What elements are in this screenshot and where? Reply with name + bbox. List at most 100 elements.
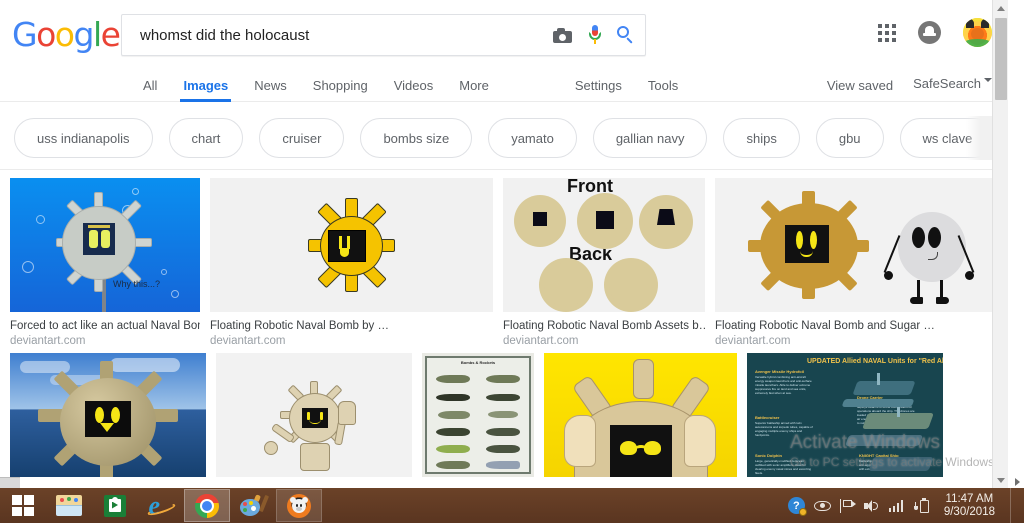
- chip-chart[interactable]: chart: [168, 118, 244, 158]
- signal-bars-icon[interactable]: [888, 499, 905, 512]
- google-logo[interactable]: Google: [12, 15, 121, 54]
- eye-icon[interactable]: [813, 500, 831, 511]
- chip-uss-indianapolis[interactable]: uss indianapolis: [14, 118, 153, 158]
- image-result-7[interactable]: Bombs & Rockets: [422, 353, 534, 477]
- paint-icon: [240, 493, 270, 517]
- clock-date: 9/30/2018: [943, 505, 995, 518]
- scrollbar-thumb[interactable]: [995, 18, 1007, 100]
- start-button[interactable]: [0, 489, 46, 522]
- paint-button[interactable]: [230, 489, 276, 522]
- image-result-2-source: deviantart.com: [210, 335, 286, 347]
- camera-icon[interactable]: [553, 27, 572, 43]
- microsoft-store-icon: [104, 494, 126, 517]
- clock-time: 11:47 AM: [945, 492, 994, 505]
- logo-letter-G: G: [12, 15, 38, 54]
- image-result-4[interactable]: Floating Robotic Naval Bomb and Sugar … …: [715, 178, 992, 347]
- taskbar-clock[interactable]: 11:47 AM 9/30/2018: [938, 493, 1001, 519]
- image-result-3-title[interactable]: Floating Robotic Naval Bomb Assets b…: [503, 320, 705, 332]
- tab-more[interactable]: More: [446, 79, 502, 102]
- tab-news[interactable]: News: [241, 79, 300, 102]
- chip-gallian-navy[interactable]: gallian navy: [592, 118, 708, 158]
- search-nav: All Images News Shopping Videos More Set…: [0, 70, 1008, 102]
- apps-grid-icon[interactable]: [878, 23, 896, 42]
- results-row-2: Bombs & Rockets UPDATED Allied NAVAL Uni…: [10, 353, 998, 477]
- image-thumbnail-4[interactable]: [715, 178, 992, 312]
- file-explorer-button[interactable]: [46, 489, 92, 522]
- internet-explorer-icon: e: [146, 493, 176, 519]
- image-result-4-source: deviantart.com: [715, 335, 791, 347]
- file-explorer-icon: [56, 495, 82, 516]
- speaker-icon[interactable]: [863, 499, 880, 513]
- image-result-9[interactable]: UPDATED Allied NAVAL Units for "Red Aler…: [747, 353, 943, 477]
- app-bear-button[interactable]: [276, 489, 322, 522]
- chip-yamato[interactable]: yamato: [488, 118, 577, 158]
- flag-icon[interactable]: [839, 498, 856, 513]
- page-scrollbar[interactable]: [992, 0, 1008, 488]
- search-icon[interactable]: [617, 26, 635, 44]
- windows-start-icon: [12, 495, 34, 516]
- image-result-2-title[interactable]: Floating Robotic Naval Bomb by …: [210, 320, 493, 332]
- thumbnail-1-overlay-text: Why this...?: [113, 279, 161, 289]
- bear-app-icon: [287, 493, 311, 518]
- logo-letter-o2: o: [54, 15, 75, 54]
- chip-bombs-size[interactable]: bombs size: [360, 118, 473, 158]
- system-tray: ? 11:47 AM 9/30/2018: [787, 488, 1024, 523]
- view-saved-link[interactable]: View saved: [827, 79, 893, 102]
- image-thumbnail-1[interactable]: Why this...?: [10, 178, 200, 312]
- search-box[interactable]: [121, 14, 646, 56]
- image-thumbnail-5[interactable]: [10, 353, 206, 477]
- tab-all[interactable]: All: [130, 79, 170, 102]
- windows-taskbar: e ? 11:47 AM 9/30/2018: [0, 488, 1024, 523]
- image-result-3[interactable]: Front Back Floating Robotic Naval Bomb A…: [503, 178, 705, 347]
- image-thumbnail-9[interactable]: UPDATED Allied NAVAL Units for "Red Aler…: [747, 353, 943, 477]
- related-chips-list: uss indianapolis chart cruiser bombs siz…: [14, 118, 1008, 158]
- image-result-4-title[interactable]: Floating Robotic Naval Bomb and Sugar …: [715, 320, 992, 332]
- header-actions: [878, 18, 992, 47]
- microphone-icon[interactable]: [588, 25, 601, 45]
- image-result-5[interactable]: [10, 353, 206, 477]
- chrome-icon: [195, 493, 219, 518]
- image-result-8[interactable]: [544, 353, 737, 477]
- search-input[interactable]: [138, 15, 538, 55]
- thumbnail-3-label-front: Front: [567, 178, 613, 196]
- help-question-icon[interactable]: ?: [787, 497, 807, 516]
- scroll-down-arrow-icon[interactable]: [993, 472, 1008, 488]
- scroll-up-arrow-icon[interactable]: [993, 0, 1008, 16]
- image-results-grid: Why this...? Forced to act like an actua…: [0, 170, 1008, 477]
- image-result-2[interactable]: Floating Robotic Naval Bomb by … deviant…: [210, 178, 493, 347]
- logo-letter-g: g: [73, 15, 94, 54]
- chip-cruiser[interactable]: cruiser: [259, 118, 345, 158]
- safesearch-dropdown[interactable]: SafeSearch: [913, 77, 992, 102]
- chip-gbu[interactable]: gbu: [815, 118, 884, 158]
- window-edge-artifact: [0, 477, 20, 488]
- internet-explorer-button[interactable]: e: [138, 489, 184, 522]
- image-result-1[interactable]: Why this...? Forced to act like an actua…: [10, 178, 200, 347]
- chip-ships[interactable]: ships: [723, 118, 800, 158]
- image-result-1-title[interactable]: Forced to act like an actual Naval Bom…: [10, 320, 200, 332]
- results-row-1: Why this...? Forced to act like an actua…: [10, 178, 998, 347]
- account-avatar[interactable]: [963, 18, 992, 47]
- show-desktop-button[interactable]: [1010, 488, 1018, 523]
- image-thumbnail-3[interactable]: Front Back: [503, 178, 705, 312]
- battery-icon[interactable]: [913, 497, 929, 513]
- image-thumbnail-2[interactable]: [210, 178, 493, 312]
- image-thumbnail-8[interactable]: [544, 353, 737, 477]
- tab-shopping[interactable]: Shopping: [300, 79, 381, 102]
- image-result-6[interactable]: [216, 353, 412, 477]
- image-result-1-source: deviantart.com: [10, 335, 86, 347]
- tab-videos[interactable]: Videos: [381, 79, 447, 102]
- search-tabs: All Images News Shopping Videos More Set…: [130, 70, 691, 102]
- tab-images[interactable]: Images: [170, 79, 241, 102]
- horizontal-scroll-arrow-icon[interactable]: [1015, 478, 1020, 486]
- logo-letter-l: l: [92, 15, 102, 54]
- image-thumbnail-7[interactable]: Bombs & Rockets: [422, 353, 534, 477]
- browser-page: Google whomst did the holocaust All Imag…: [0, 0, 1008, 488]
- google-chrome-button[interactable]: [184, 489, 230, 522]
- tab-settings[interactable]: Settings: [562, 79, 635, 102]
- notifications-bell-icon[interactable]: [918, 21, 941, 44]
- image-thumbnail-6[interactable]: [216, 353, 412, 477]
- tab-tools[interactable]: Tools: [635, 79, 691, 102]
- safesearch-label: SafeSearch: [913, 76, 981, 92]
- nav-secondary-actions: View saved SafeSearch: [827, 70, 992, 102]
- microsoft-store-button[interactable]: [92, 489, 138, 522]
